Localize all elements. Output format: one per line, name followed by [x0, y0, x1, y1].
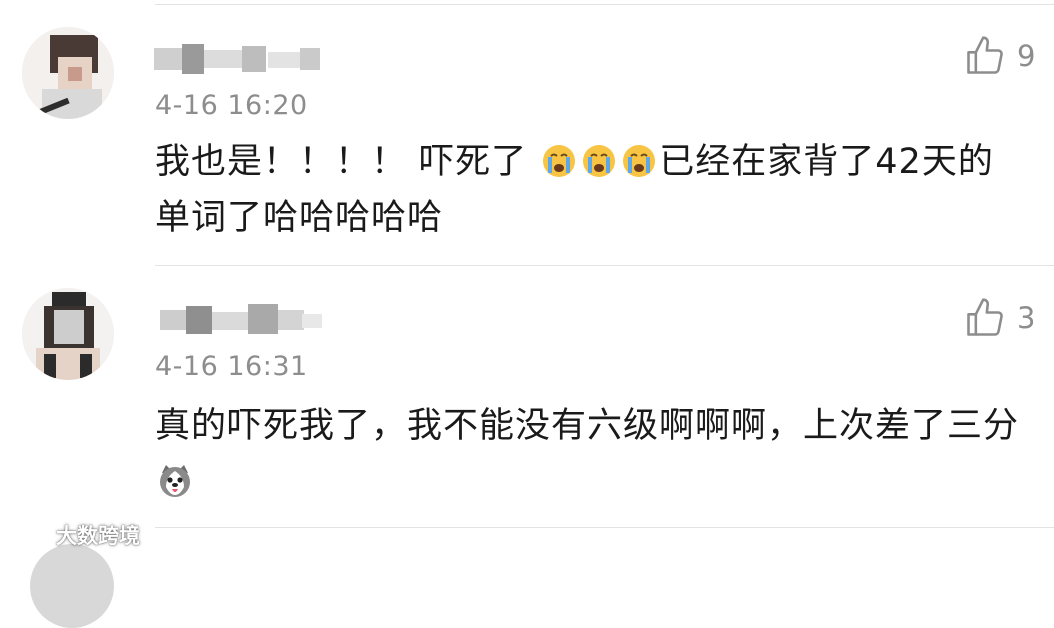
- comment-text: 我也是！！！！ 吓死了 已经在家背了42天的单词了哈哈哈哈哈: [155, 134, 1025, 246]
- comment-text-part: 真的吓死我了，我不能没有六级啊啊啊，上次差了三分: [155, 406, 1020, 446]
- top-divider: [155, 4, 1054, 5]
- like-button[interactable]: 9: [963, 34, 1035, 78]
- comment-time: 4-16 16:20: [155, 90, 308, 121]
- husky-face-icon: [160, 465, 190, 497]
- comment-text: 真的吓死我了，我不能没有六级啊啊啊，上次差了三分: [155, 398, 1025, 510]
- thumbs-up-icon: [967, 298, 1003, 336]
- like-count: 9: [1017, 39, 1036, 73]
- avatar[interactable]: [22, 27, 114, 119]
- crying-face-icon: [623, 145, 656, 177]
- crying-face-icon: [543, 145, 576, 177]
- crying-face-icon: [583, 145, 616, 177]
- like-count: 3: [1017, 301, 1036, 335]
- watermark: 大数跨境: [10, 520, 140, 550]
- brand-logo-icon: [10, 525, 49, 545]
- thumbs-up-icon: [967, 36, 1003, 74]
- comment-divider: [155, 265, 1054, 266]
- username-blurred[interactable]: [150, 40, 325, 84]
- avatar[interactable]: [22, 288, 114, 380]
- comment-time: 4-16 16:31: [155, 351, 308, 382]
- comment-text-part: 我也是！！！！ 吓死了: [155, 142, 528, 182]
- watermark-text: 大数跨境: [56, 524, 140, 548]
- like-button[interactable]: 3: [963, 296, 1035, 340]
- comment-divider: [155, 527, 1054, 528]
- username-blurred[interactable]: [158, 300, 333, 344]
- avatar[interactable]: [30, 544, 114, 628]
